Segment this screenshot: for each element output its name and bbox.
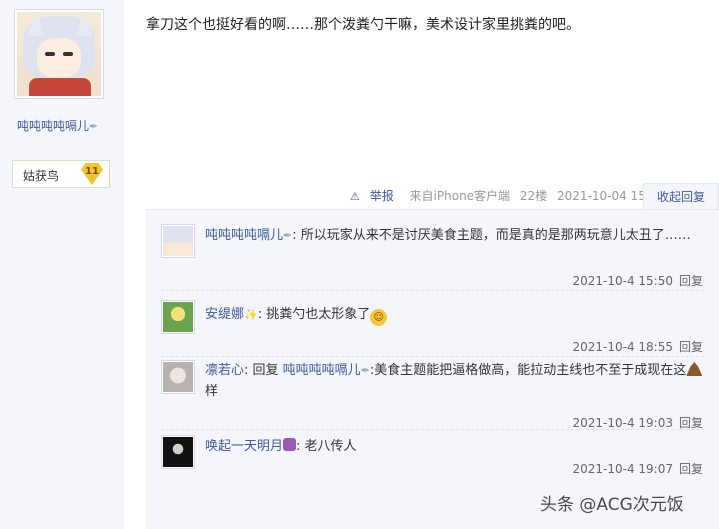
- warning-icon: ⚠: [350, 190, 360, 203]
- reply-button[interactable]: 回复: [679, 340, 703, 354]
- reply-text: :美食主题能把逼格做高，能拉动主线也不至于成现在这: [369, 363, 687, 378]
- feather-icon: ✒: [360, 364, 370, 377]
- author-name-text[interactable]: 吨吨吨吨嗝儿: [17, 119, 89, 133]
- reply-content: 吨吨吨吨嗝儿✒: 所以玩家从来不是讨厌美食主题，而是真的是那两玩意儿太丑了……: [205, 225, 705, 246]
- purple-emoji-icon: [283, 438, 297, 451]
- reply-time: 2021-10-4 18:55: [572, 340, 673, 354]
- reply-time: 2021-10-4 15:50: [572, 274, 673, 288]
- post-meta: ⚠ 举报 来自iPhone客户端 22楼 2021-10-04 15:49: [350, 187, 671, 204]
- feather-icon: ✒: [283, 229, 293, 242]
- reply-meta: 2021-10-4 19:07 回复: [572, 460, 703, 477]
- reply-button[interactable]: 回复: [679, 462, 703, 476]
- reply-time: 2021-10-4 19:03: [572, 416, 673, 430]
- floor-number: 22楼: [519, 189, 548, 203]
- collapse-replies-button[interactable]: 收起回复: [643, 183, 719, 210]
- reply-text: : 所以玩家从来不是讨厌美食主题，而是真的是那两玩意儿太丑了……: [292, 228, 691, 243]
- watermark: 头条 @ACG次元饭: [540, 495, 684, 515]
- divider: [161, 429, 704, 430]
- author-sidebar: 吨吨吨吨嗝儿✒ 姑获鸟 11: [0, 0, 124, 529]
- reply-prefix: : 回复: [244, 363, 283, 378]
- avatar[interactable]: [161, 435, 195, 469]
- reply-list: 吨吨吨吨嗝儿✒: 所以玩家从来不是讨厌美食主题，而是真的是那两玩意儿太丑了…… …: [146, 209, 719, 529]
- poop-emoji-icon: [686, 362, 703, 376]
- author-avatar-image: [17, 12, 101, 96]
- feather-icon: ✒: [89, 120, 99, 133]
- reply-text-end: 样: [205, 384, 219, 399]
- member-badge[interactable]: 姑获鸟 11: [12, 160, 110, 188]
- reply-button[interactable]: 回复: [679, 274, 703, 288]
- avatar[interactable]: [161, 224, 195, 258]
- reply-button[interactable]: 回复: [679, 416, 703, 430]
- sparkle-icon: ✨: [244, 308, 258, 321]
- post-content: 拿刀这个也挺好看的啊……那个泼粪勺干嘛，美术设计家里挑粪的吧。: [146, 17, 580, 33]
- reply-username[interactable]: 凛若心: [205, 363, 244, 378]
- level-badge-icon: 11: [81, 163, 103, 185]
- author-avatar[interactable]: [14, 9, 104, 99]
- reply-content: 安缇娜✨: 挑粪勺也太形象了 ☺: [205, 304, 705, 326]
- divider: [161, 290, 704, 291]
- reply-content: 凛若心: 回复 吨吨吨吨嗝儿✒:美食主题能把逼格做高，能拉动主线也不至于成现在这…: [205, 360, 705, 402]
- reply-target-username[interactable]: 吨吨吨吨嗝儿: [283, 363, 361, 378]
- client-source: 来自iPhone客户端: [409, 189, 511, 203]
- reply-username[interactable]: 安缇娜: [205, 307, 244, 322]
- divider: [161, 356, 704, 357]
- reply-meta: 2021-10-4 18:55 回复: [572, 338, 703, 355]
- report-label[interactable]: 举报: [370, 189, 394, 203]
- reply-meta: 2021-10-4 15:50 回复: [572, 272, 703, 289]
- reply-content: 唤起一天明月 : 老八传人: [205, 436, 705, 457]
- reply-text: : 老八传人: [296, 439, 357, 454]
- author-name[interactable]: 吨吨吨吨嗝儿✒: [17, 117, 98, 134]
- badge-name: 姑获鸟: [23, 169, 60, 183]
- reply-time: 2021-10-4 19:07: [572, 462, 673, 476]
- reply-text: : 挑粪勺也太形象了: [257, 307, 371, 322]
- reply-username[interactable]: 吨吨吨吨嗝儿: [205, 228, 283, 243]
- report-link[interactable]: ⚠ 举报: [350, 189, 400, 203]
- avatar[interactable]: [161, 360, 195, 394]
- avatar[interactable]: [161, 300, 195, 334]
- smile-emoji-icon: ☺: [370, 309, 388, 326]
- reply-username[interactable]: 唤起一天明月: [205, 439, 283, 454]
